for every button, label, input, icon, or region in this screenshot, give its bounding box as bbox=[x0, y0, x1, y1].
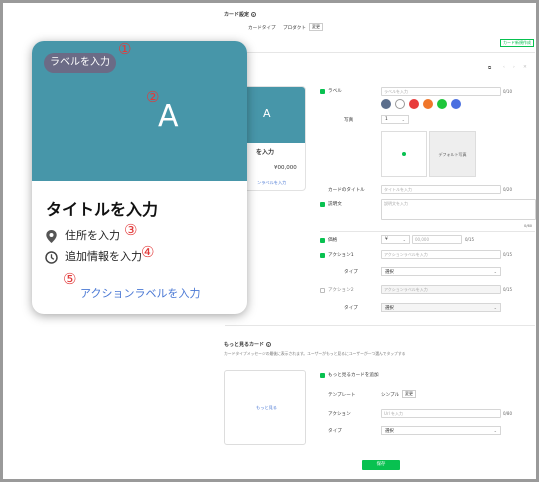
screenshot-frame bbox=[0, 0, 539, 482]
